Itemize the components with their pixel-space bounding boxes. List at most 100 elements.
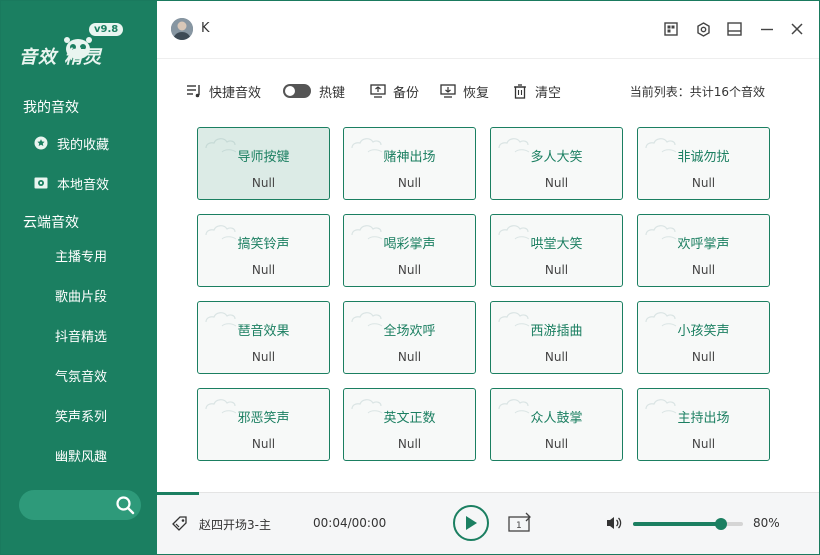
close-button[interactable] xyxy=(787,19,807,39)
sound-card-name: 小孩笑声 xyxy=(677,324,730,339)
sound-card-name: 多人大笑 xyxy=(530,150,583,165)
play-icon xyxy=(466,516,477,530)
restore-icon xyxy=(439,82,457,100)
tag-icon xyxy=(172,516,187,531)
sound-card[interactable]: 全场欢呼 Null xyxy=(343,301,476,374)
quick-sounds-icon xyxy=(185,82,203,100)
backup-label: 备份 xyxy=(393,85,420,101)
mini-mode-icon xyxy=(726,22,742,36)
sound-card[interactable]: 导师按键 Null xyxy=(197,127,330,200)
local-icon xyxy=(33,175,49,191)
sidebar-item-label: 本地音效 xyxy=(57,177,110,193)
sound-card[interactable]: 哄堂大笑 Null xyxy=(490,214,623,287)
sound-card[interactable]: 主持出场 Null xyxy=(637,388,770,461)
play-button[interactable] xyxy=(453,505,489,541)
backup-button[interactable]: 备份 xyxy=(369,81,419,101)
sound-card-hotkey: Null xyxy=(251,437,276,451)
sound-card-hotkey: Null xyxy=(397,263,422,277)
list-count-info: 当前列表：共计16个音效 xyxy=(629,85,765,99)
sound-card[interactable]: 邪恶笑声 Null xyxy=(197,388,330,461)
sound-card-hotkey: Null xyxy=(691,263,716,277)
sound-card[interactable]: 非诚勿扰 Null xyxy=(637,127,770,200)
skin-button[interactable] xyxy=(661,19,681,39)
volume-fill xyxy=(633,522,721,526)
settings-button[interactable] xyxy=(693,19,713,39)
volume-icon[interactable] xyxy=(605,514,623,532)
sound-card-hotkey: Null xyxy=(544,263,569,277)
sound-card-hotkey: Null xyxy=(544,350,569,364)
minimize-icon xyxy=(761,28,773,31)
sidebar-item-atmosphere[interactable]: 气氛音效 xyxy=(1,362,157,388)
skin-icon xyxy=(664,22,678,36)
track-time: 00:04/00:00 xyxy=(313,516,387,530)
track-name: 赵四开场3-主 xyxy=(199,518,271,532)
quick-sounds-label: 快捷音效 xyxy=(209,85,262,101)
sidebar-item-label: 我的收藏 xyxy=(57,137,110,153)
hotkey-label: 热键 xyxy=(319,85,346,101)
sound-card[interactable]: 琶音效果 Null xyxy=(197,301,330,374)
playback-progress[interactable] xyxy=(157,492,199,495)
username[interactable]: K xyxy=(201,21,210,36)
sound-card-hotkey: Null xyxy=(397,437,422,451)
volume-knob[interactable] xyxy=(715,518,727,530)
sound-card-hotkey: Null xyxy=(251,263,276,277)
gear-icon xyxy=(696,21,710,37)
sound-card[interactable]: 欢呼掌声 Null xyxy=(637,214,770,287)
version-badge: v9.8 xyxy=(89,23,124,36)
sidebar-item-douyin-picks[interactable]: 抖音精选 xyxy=(1,322,157,348)
app-logo: v9.8 音效 精灵 xyxy=(19,23,139,69)
sound-card-name: 邪恶笑声 xyxy=(237,411,290,426)
sound-card-name: 喝彩掌声 xyxy=(383,237,436,252)
sound-card-hotkey: Null xyxy=(544,176,569,190)
nav-heading-cloud-sounds[interactable]: 云端音效 xyxy=(23,212,79,232)
sound-card[interactable]: 小孩笑声 Null xyxy=(637,301,770,374)
sidebar-item-streamer[interactable]: 主播专用 xyxy=(1,242,157,268)
search-icon[interactable] xyxy=(115,495,135,515)
sound-card-name: 赌神出场 xyxy=(383,150,436,165)
sound-card[interactable]: 众人鼓掌 Null xyxy=(490,388,623,461)
search-input[interactable] xyxy=(19,490,141,520)
minimize-button[interactable] xyxy=(757,19,777,39)
sidebar-item-local[interactable]: 本地音效 xyxy=(1,170,157,196)
sound-card-hotkey: Null xyxy=(691,350,716,364)
sound-card[interactable]: 赌神出场 Null xyxy=(343,127,476,200)
sound-card-hotkey: Null xyxy=(251,176,276,190)
quick-sounds-button[interactable]: 快捷音效 xyxy=(185,81,261,101)
sound-grid: 导师按键 Null 赌神出场 Null 多人大笑 Null 非诚勿扰 Null 搞笑铃声 Null… xyxy=(197,127,773,463)
sound-card[interactable]: 搞笑铃声 Null xyxy=(197,214,330,287)
sidebar-item-song-clips[interactable]: 歌曲片段 xyxy=(1,282,157,308)
nav-heading-my-sounds[interactable]: 我的音效 xyxy=(23,97,79,117)
volume-slider[interactable] xyxy=(633,518,743,530)
sound-card-hotkey: Null xyxy=(397,350,422,364)
player-bar: 赵四开场3-主 00:04/00:00 1 80% xyxy=(157,492,819,554)
sidebar-item-humor[interactable]: 幽默风趣 xyxy=(1,442,157,468)
favorite-icon xyxy=(33,135,49,151)
sound-card-hotkey: Null xyxy=(544,437,569,451)
volume-percent: 80% xyxy=(753,516,780,530)
avatar[interactable] xyxy=(171,18,193,40)
restore-button[interactable]: 恢复 xyxy=(439,81,489,101)
title-bar: K xyxy=(157,1,819,59)
close-icon xyxy=(791,23,803,35)
sidebar-item-favorites[interactable]: 我的收藏 xyxy=(1,130,157,156)
sound-card[interactable]: 多人大笑 Null xyxy=(490,127,623,200)
sound-card-name: 全场欢呼 xyxy=(383,324,436,339)
sound-card[interactable]: 英文正数 Null xyxy=(343,388,476,461)
repeat-one-icon[interactable]: 1 xyxy=(507,511,533,535)
sound-card-hotkey: Null xyxy=(397,176,422,190)
hotkey-switch[interactable] xyxy=(283,84,311,98)
clear-label: 清空 xyxy=(535,85,562,101)
sound-card-name: 搞笑铃声 xyxy=(237,237,290,252)
trash-icon xyxy=(511,82,529,100)
logo-text: 音效 精灵 xyxy=(19,47,103,68)
sidebar: v9.8 音效 精灵 我的音效 我的收藏 本地音效 云端音效 主播专用 歌曲片段… xyxy=(1,1,157,554)
hotkey-toggle[interactable]: 热键 xyxy=(283,81,345,101)
mini-mode-button[interactable] xyxy=(724,19,744,39)
sidebar-item-laughter[interactable]: 笑声系列 xyxy=(1,402,157,428)
toolbar: 快捷音效 热键 备份 恢复 清空 当前列表：共计16个音效 xyxy=(157,77,819,105)
sound-card-hotkey: Null xyxy=(691,176,716,190)
sound-card-name: 哄堂大笑 xyxy=(530,237,583,252)
sound-card[interactable]: 西游插曲 Null xyxy=(490,301,623,374)
clear-button[interactable]: 清空 xyxy=(511,81,561,101)
sound-card[interactable]: 喝彩掌声 Null xyxy=(343,214,476,287)
